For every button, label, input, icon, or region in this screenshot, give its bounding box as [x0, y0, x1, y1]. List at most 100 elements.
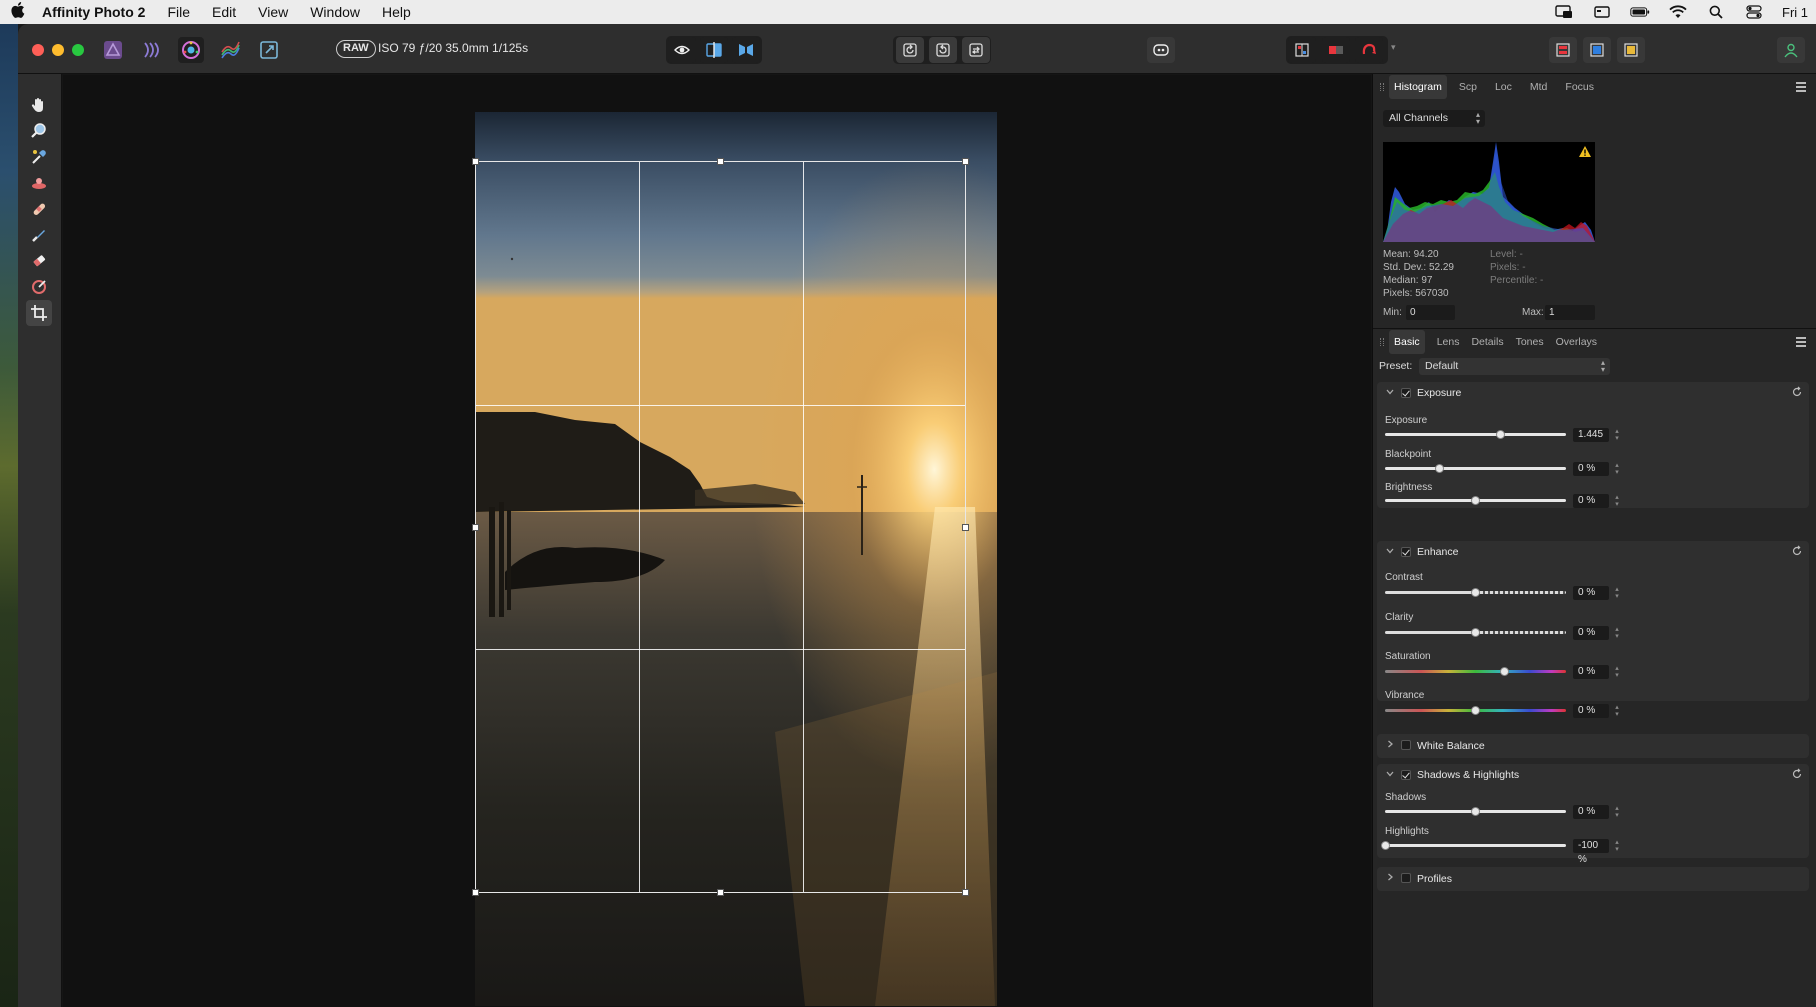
blemish-removal-tool-icon[interactable]: [26, 196, 52, 222]
crop-handle-top-left[interactable]: [472, 158, 479, 165]
tab-scope[interactable]: Scp: [1459, 81, 1477, 93]
stepper-icon[interactable]: ▴ ▾: [1613, 428, 1621, 442]
tone-mapping-persona-icon[interactable]: [217, 37, 243, 63]
profiles-header[interactable]: Profiles: [1377, 867, 1809, 889]
reset-icon[interactable]: [1791, 386, 1803, 398]
stepper-icon[interactable]: ▴ ▾: [1613, 626, 1621, 640]
tab-lens[interactable]: Lens: [1437, 336, 1460, 348]
overlay-erase-tool-icon[interactable]: [26, 248, 52, 274]
mirror-view-icon[interactable]: [732, 37, 760, 63]
blackpoint-value[interactable]: 0 %: [1573, 462, 1609, 476]
crop-handle-left[interactable]: [472, 524, 479, 531]
zoom-tool-icon[interactable]: [26, 118, 52, 144]
chevron-down-icon[interactable]: [1385, 546, 1395, 556]
studio-layers-icon[interactable]: [1583, 37, 1611, 63]
display-icon[interactable]: [1592, 5, 1612, 19]
brightness-value[interactable]: 0 %: [1573, 494, 1609, 508]
contrast-slider-thumb[interactable]: [1471, 588, 1480, 597]
exposure-enable-checkbox[interactable]: [1401, 388, 1411, 398]
min-input[interactable]: 0: [1406, 305, 1455, 320]
tab-details[interactable]: Details: [1471, 336, 1503, 348]
red-eye-tool-icon[interactable]: [26, 170, 52, 196]
exposure-header[interactable]: Exposure: [1377, 382, 1809, 404]
chevron-down-icon[interactable]: [1385, 769, 1395, 779]
overlay-paint-tool-icon[interactable]: [26, 222, 52, 248]
shadows-highlights-header[interactable]: Shadows & Highlights: [1377, 764, 1809, 786]
shadows-value[interactable]: 0 %: [1573, 805, 1609, 819]
white-balance-header[interactable]: White Balance: [1377, 734, 1809, 756]
reset-icon[interactable]: [1791, 768, 1803, 780]
clarity-slider-thumb[interactable]: [1471, 628, 1480, 637]
menu-view[interactable]: View: [258, 4, 288, 20]
menu-file[interactable]: File: [167, 4, 190, 20]
window-minimize-button[interactable]: [52, 44, 64, 56]
highlights-slider-thumb[interactable]: [1380, 841, 1390, 850]
contrast-value[interactable]: 0 %: [1573, 586, 1609, 600]
develop-persona-icon[interactable]: [178, 37, 204, 63]
shadows-highlights-enable-checkbox[interactable]: [1401, 770, 1411, 780]
chevron-right-icon[interactable]: [1385, 872, 1395, 882]
tab-location[interactable]: Loc: [1495, 81, 1512, 93]
exposure-value[interactable]: 1.445: [1573, 428, 1609, 442]
assistant-icon[interactable]: [1147, 37, 1175, 63]
document-canvas[interactable]: [63, 75, 1371, 1007]
panel-grip[interactable]: [1380, 338, 1384, 346]
studio-presets-icon[interactable]: [1617, 37, 1645, 63]
tab-histogram[interactable]: Histogram: [1389, 75, 1447, 99]
max-input[interactable]: 1: [1545, 305, 1595, 320]
screen-mirroring-icon[interactable]: [1554, 5, 1574, 19]
brightness-slider-thumb[interactable]: [1471, 496, 1480, 505]
window-zoom-button[interactable]: [72, 44, 84, 56]
tab-tones[interactable]: Tones: [1516, 336, 1544, 348]
crop-tool-icon[interactable]: [26, 300, 52, 326]
flip-icon[interactable]: [962, 37, 990, 63]
menu-clock[interactable]: Fri 1: [1782, 5, 1808, 20]
clipped-tones-icon[interactable]: [1288, 37, 1316, 63]
stepper-icon[interactable]: ▴ ▾: [1613, 586, 1621, 600]
view-single-button[interactable]: [668, 37, 696, 63]
crop-handle-bottom-left[interactable]: [472, 889, 479, 896]
spotlight-search-icon[interactable]: [1706, 5, 1726, 19]
crop-handle-right[interactable]: [962, 524, 969, 531]
tab-basic[interactable]: Basic: [1389, 330, 1425, 354]
crop-handle-bottom-right[interactable]: [962, 889, 969, 896]
tab-metadata[interactable]: Mtd: [1530, 81, 1548, 93]
crop-handle-bottom[interactable]: [717, 889, 724, 896]
clipped-shadows-icon[interactable]: [1355, 37, 1383, 63]
exposure-slider-thumb[interactable]: [1496, 430, 1506, 439]
stepper-icon[interactable]: ▴ ▾: [1613, 494, 1621, 508]
crop-handle-top[interactable]: [717, 158, 724, 165]
enhance-header[interactable]: Enhance: [1377, 541, 1809, 563]
panel-menu-icon[interactable]: [1796, 82, 1806, 92]
shadows-slider-thumb[interactable]: [1471, 807, 1480, 816]
blackpoint-slider[interactable]: [1385, 467, 1566, 470]
rotate-left-icon[interactable]: [896, 37, 924, 63]
panel-menu-icon[interactable]: [1796, 337, 1806, 347]
hand-tool-icon[interactable]: [26, 92, 52, 118]
highlights-value[interactable]: -100 %: [1573, 839, 1609, 865]
blackpoint-slider-thumb[interactable]: [1434, 464, 1444, 473]
profiles-enable-checkbox[interactable]: [1401, 873, 1411, 883]
overlay-gradient-tool-icon[interactable]: [26, 274, 52, 300]
photo-persona-icon[interactable]: [100, 37, 126, 63]
menu-help[interactable]: Help: [382, 4, 411, 20]
preset-select[interactable]: Default ▴ ▾: [1419, 358, 1610, 375]
stepper-icon[interactable]: ▴ ▾: [1613, 805, 1621, 819]
control-center-icon[interactable]: [1744, 5, 1764, 19]
saturation-slider[interactable]: [1385, 670, 1566, 673]
saturation-slider-thumb[interactable]: [1499, 667, 1509, 676]
apple-logo-icon[interactable]: [8, 2, 28, 22]
stepper-icon[interactable]: ▴ ▾: [1613, 704, 1621, 718]
crop-handle-top-right[interactable]: [962, 158, 969, 165]
menu-edit[interactable]: Edit: [212, 4, 236, 20]
clipped-highlights-icon[interactable]: [1322, 37, 1350, 63]
stepper-icon[interactable]: ▴ ▾: [1613, 839, 1621, 853]
menu-app-name[interactable]: Affinity Photo 2: [42, 4, 145, 20]
stepper-icon[interactable]: ▴ ▾: [1613, 665, 1621, 679]
split-view-icon[interactable]: [700, 37, 728, 63]
channel-select[interactable]: All Channels ▴ ▾: [1383, 110, 1485, 127]
stepper-icon[interactable]: ▴ ▾: [1613, 462, 1621, 476]
window-close-button[interactable]: [32, 44, 44, 56]
rotate-right-icon[interactable]: [929, 37, 957, 63]
crop-selection[interactable]: [472, 158, 969, 896]
